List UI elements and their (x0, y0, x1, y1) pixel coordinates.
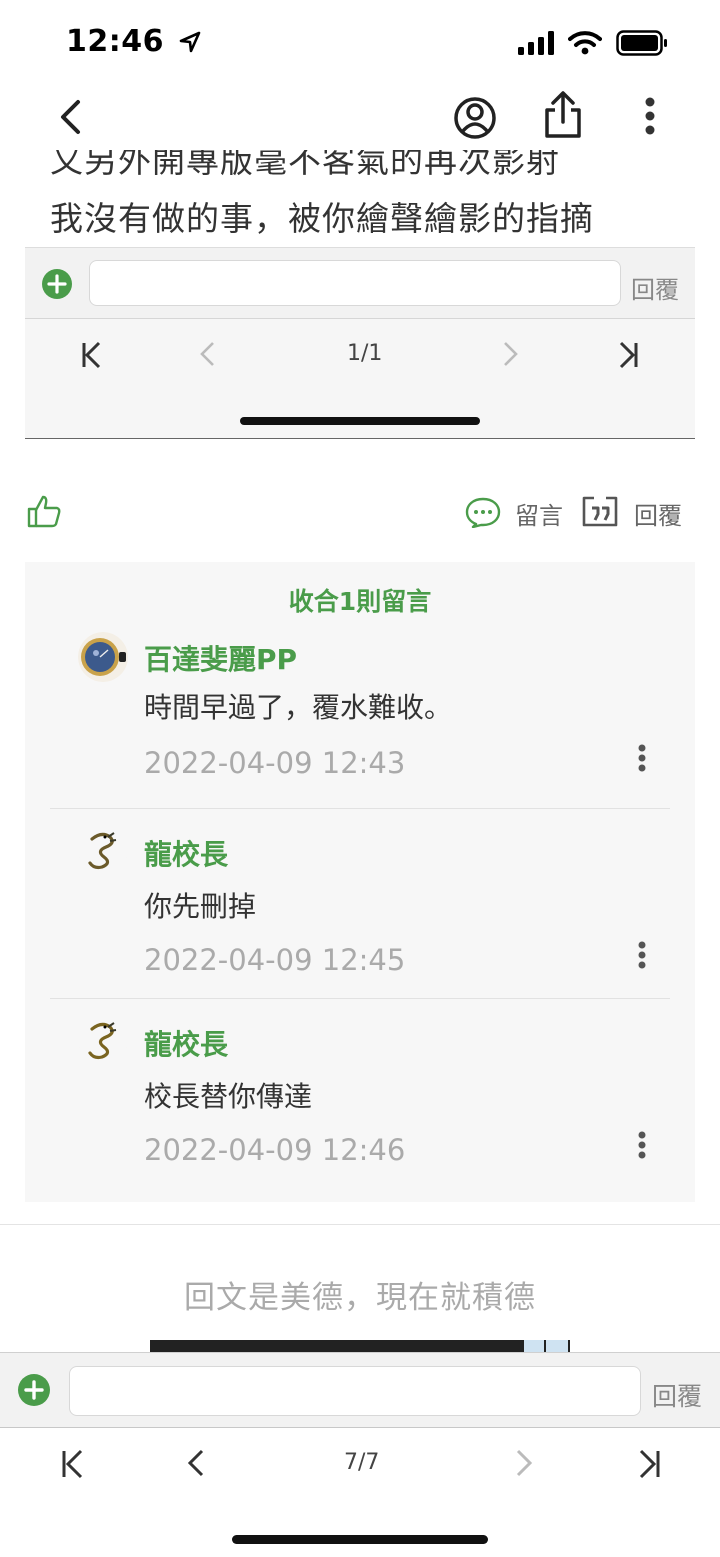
more-menu-button[interactable] (630, 96, 670, 140)
comment-timestamp: 2022-04-09 12:46 (144, 1133, 406, 1167)
first-page-icon[interactable] (80, 340, 102, 370)
status-indicators (518, 26, 668, 60)
plus-circle-icon (42, 269, 72, 299)
comment-timestamp: 2022-04-09 12:45 (144, 943, 406, 977)
comment-label[interactable]: 留言 (515, 496, 563, 531)
page-indicator: 7/7 (344, 1450, 380, 1475)
thumbs-up-icon (27, 495, 61, 528)
status-time: 12:46 (66, 24, 201, 59)
comment-text: 校長替你傳達 (144, 1080, 313, 1113)
share-button[interactable] (540, 88, 586, 142)
home-indicator (232, 1535, 488, 1544)
comment-more-button[interactable] (632, 937, 652, 977)
pagination: 7/7 (0, 1428, 720, 1508)
more-vertical-icon (638, 1131, 646, 1159)
comment-item: 龍校長 你先刪掉 2022-04-09 12:45 (50, 808, 670, 999)
plus-circle-icon (18, 1374, 50, 1406)
watch-avatar-image (78, 632, 128, 682)
last-page-icon[interactable] (618, 340, 640, 370)
next-page-icon[interactable] (514, 1448, 534, 1478)
embedded-reply-bar: 回覆 (25, 248, 695, 319)
quote-reply-button[interactable] (581, 494, 619, 528)
like-button[interactable] (26, 494, 62, 528)
more-vertical-icon (645, 97, 655, 135)
quote-reply-label[interactable]: 回覆 (634, 496, 682, 531)
reply-input[interactable] (69, 1366, 641, 1416)
page-indicator: 1/1 (347, 341, 383, 366)
comment-more-button[interactable] (632, 1127, 652, 1167)
signal-icon (518, 31, 554, 55)
prev-page-icon[interactable] (186, 1448, 206, 1478)
comment-more-button[interactable] (632, 740, 652, 780)
quote-icon (582, 496, 618, 527)
comment-item: 百達斐麗PP 時間早過了，覆水難收。 2022-04-09 12:43 (50, 630, 670, 820)
avatar[interactable] (78, 1015, 128, 1065)
embedded-pagination: 1/1 (25, 320, 695, 380)
reply-encouragement-text: 回文是美德，現在就積德 (184, 1280, 536, 1316)
back-button[interactable] (50, 92, 94, 142)
reply-submit-button[interactable]: 回覆 (652, 1377, 702, 1413)
chevron-left-icon (61, 100, 80, 134)
embedded-thread-preview: 回覆 1/1 (25, 247, 695, 439)
comment-text: 時間早過了，覆水難收。 (144, 691, 453, 724)
avatar[interactable] (78, 825, 128, 875)
location-arrow-icon (179, 31, 201, 53)
post-line: 又另外開專版毫不客氣的再次影射 (50, 150, 560, 180)
prev-page-icon[interactable] (198, 340, 216, 368)
last-page-icon[interactable] (638, 1448, 662, 1480)
comment-author[interactable]: 龍校長 (144, 833, 228, 873)
comment-button[interactable] (465, 496, 501, 529)
add-attachment-button[interactable] (42, 269, 72, 299)
comment-text: 你先刪掉 (144, 890, 257, 923)
embedded-reply-button[interactable]: 回覆 (631, 270, 679, 305)
embedded-reply-input[interactable] (89, 260, 621, 306)
comment-item: 龍校長 校長替你傳達 2022-04-09 12:46 (50, 998, 670, 1189)
more-vertical-icon (638, 941, 646, 969)
collapse-comments-link[interactable]: 收合1則留言 (25, 582, 695, 618)
avatar[interactable] (78, 632, 128, 682)
first-page-icon[interactable] (60, 1448, 84, 1480)
post-content: 又另外開專版毫不客氣的再次影射 我沒有做的事，被你繪聲繪影的指摘 (0, 150, 720, 242)
status-time-text: 12:46 (66, 24, 164, 59)
share-icon (545, 91, 581, 138)
next-page-icon[interactable] (502, 340, 520, 368)
reply-bar: 回覆 (0, 1352, 720, 1428)
dragon-avatar-image (78, 825, 128, 875)
comment-author[interactable]: 百達斐麗PP (144, 638, 297, 678)
embedded-home-indicator (240, 417, 480, 425)
comment-author[interactable]: 龍校長 (144, 1023, 228, 1063)
add-attachment-button[interactable] (18, 1374, 50, 1406)
post-line: 我沒有做的事，被你繪聲繪影的指摘 (50, 199, 594, 238)
profile-button[interactable] (450, 93, 500, 143)
more-vertical-icon (638, 744, 646, 772)
wifi-icon (568, 31, 602, 55)
battery-icon (616, 30, 667, 56)
comment-timestamp: 2022-04-09 12:43 (144, 746, 406, 780)
section-divider (0, 1224, 720, 1225)
chat-bubble-icon (465, 497, 501, 529)
dragon-avatar-image (78, 1015, 128, 1065)
comments-panel: 收合1則留言 百達斐麗PP 時間早過了，覆水難收。 2022-04-09 12:… (25, 562, 695, 1202)
user-circle-icon (454, 97, 496, 139)
